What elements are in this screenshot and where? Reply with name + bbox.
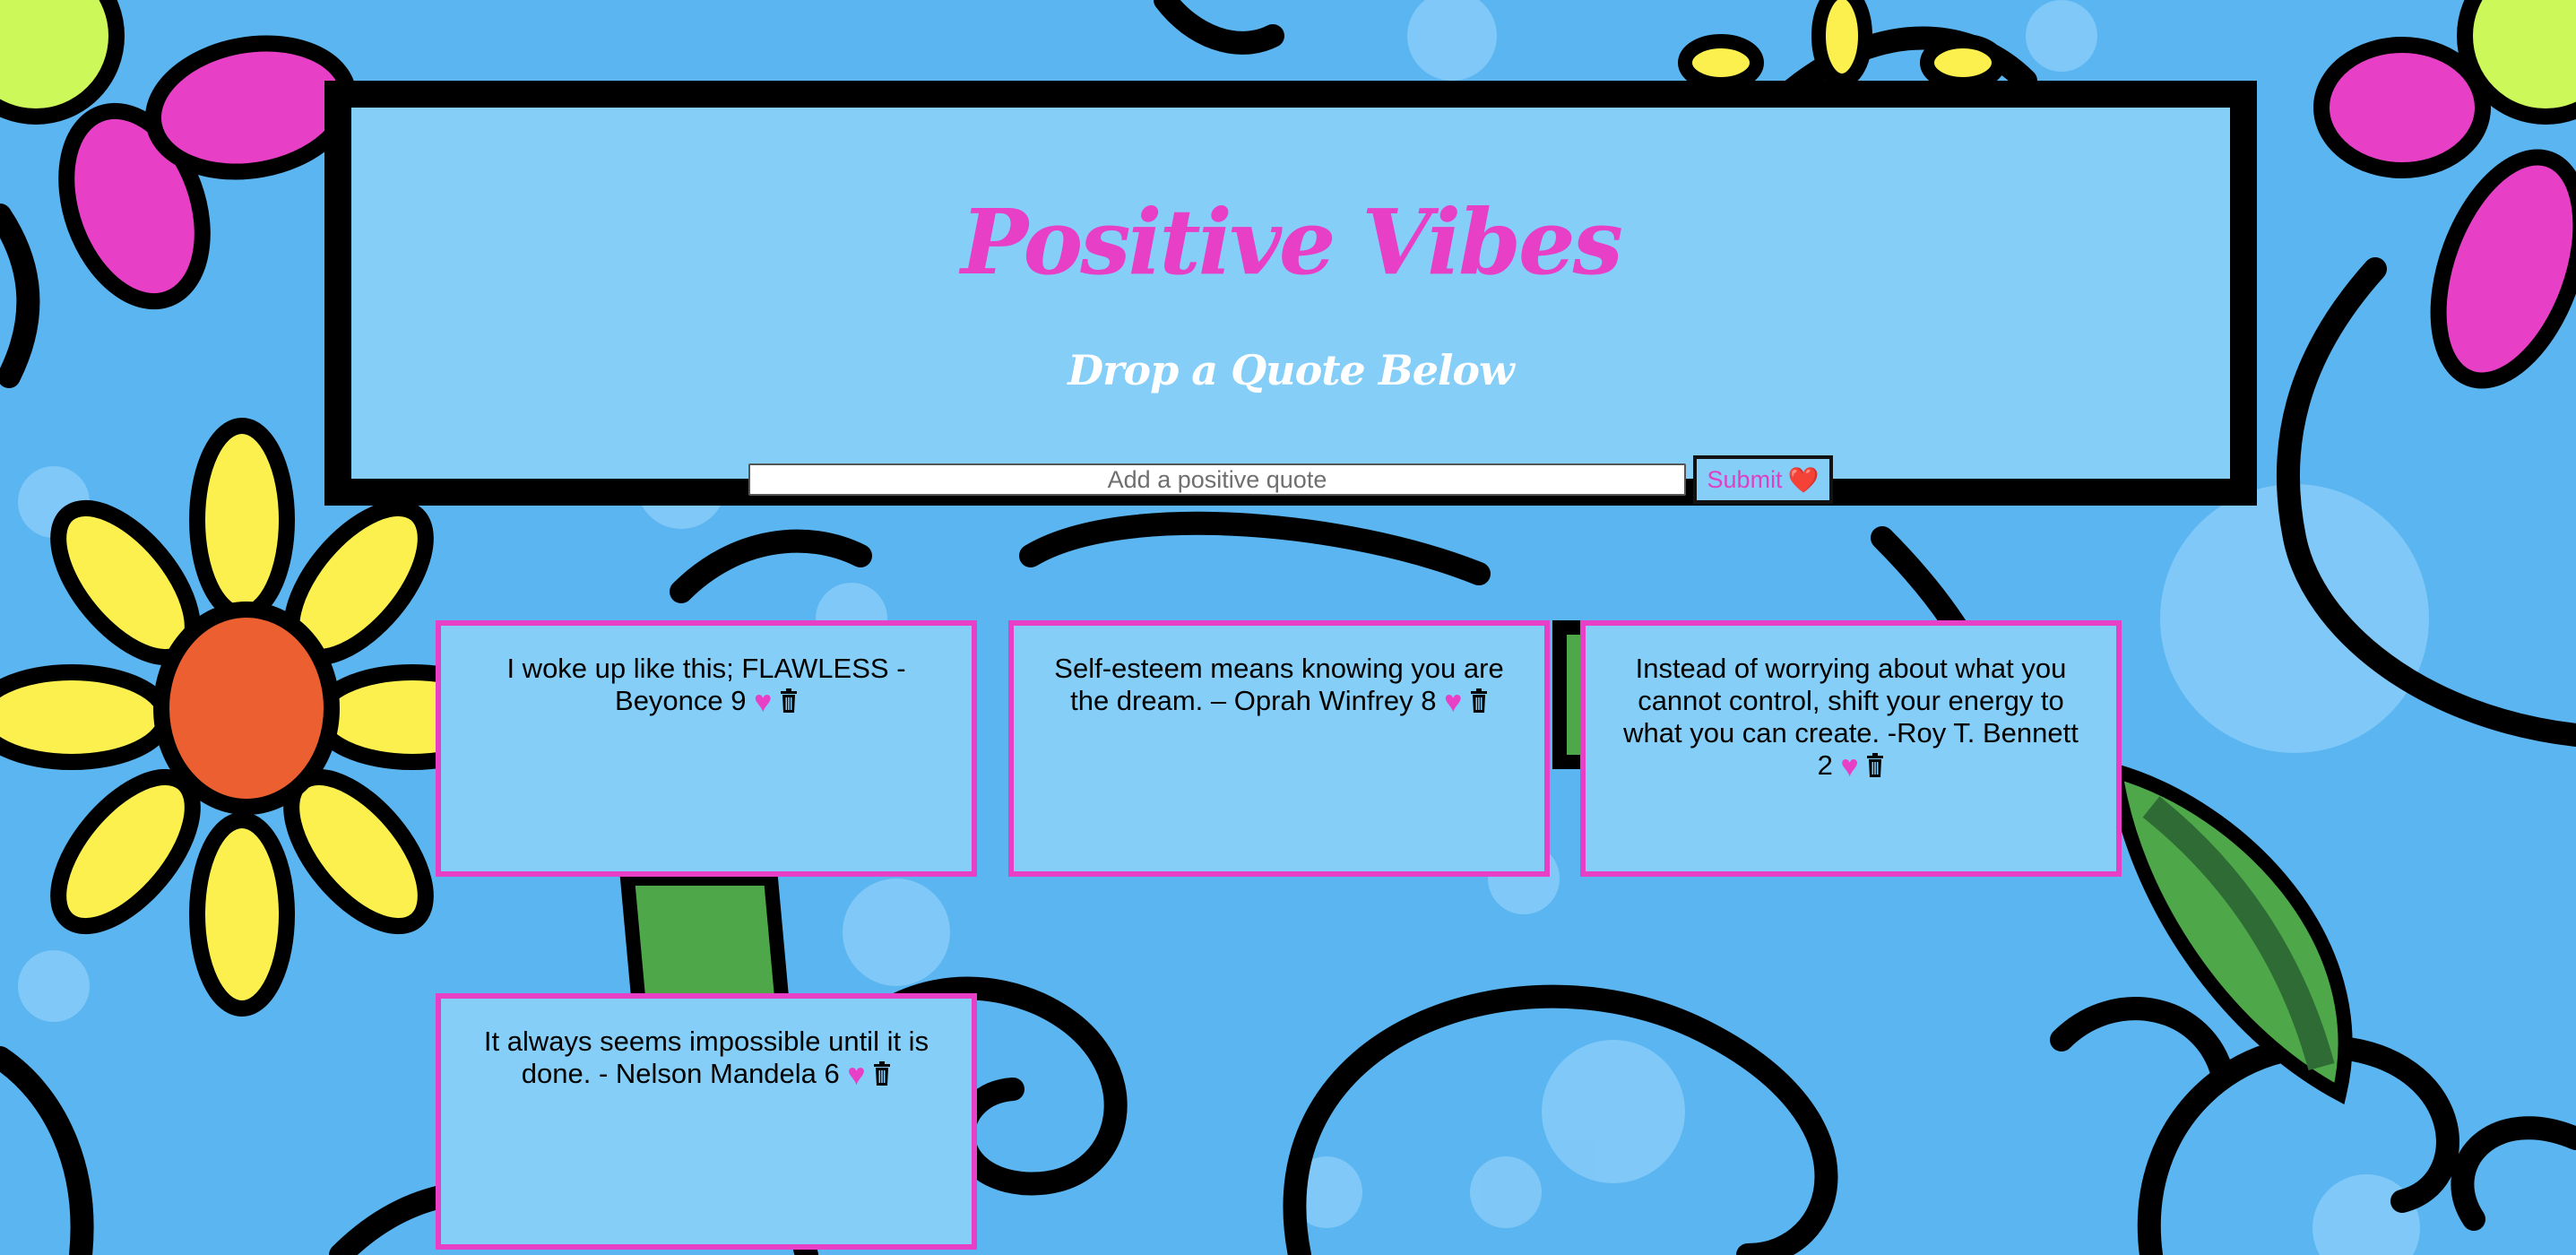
submit-label: Submit: [1707, 465, 1783, 493]
quote-text: I woke up like this; FLAWLESS - Beyonce: [506, 653, 906, 716]
quote-text: Self-esteem means knowing you are the dr…: [1054, 653, 1504, 716]
heart-icon[interactable]: ♥: [1841, 750, 1859, 783]
quote-card: Self-esteem means knowing you are the dr…: [1008, 620, 1550, 877]
quote-input[interactable]: [748, 463, 1686, 496]
quote-card: Instead of worrying about what you canno…: [1580, 620, 2122, 877]
heart-icon[interactable]: ♥: [1444, 686, 1462, 718]
like-count: 9: [730, 685, 747, 716]
page-title: Positive Vibes: [961, 189, 1623, 295]
heart-icon[interactable]: ♥: [754, 686, 772, 718]
like-count: 8: [1421, 685, 1437, 716]
trash-icon[interactable]: [1866, 753, 1884, 778]
heart-icon: ❤️: [1787, 465, 1820, 494]
quote-card: It always seems impossible until it is d…: [436, 993, 977, 1250]
quote-form: Submit ❤️: [351, 455, 2230, 504]
quote-card: I woke up like this; FLAWLESS - Beyonce …: [436, 620, 977, 877]
page-subtitle: Drop a Quote Below: [1068, 346, 1514, 394]
heart-icon[interactable]: ♥: [847, 1059, 865, 1091]
like-count: 2: [1817, 749, 1833, 781]
trash-icon[interactable]: [1470, 688, 1488, 714]
header-panel: Positive Vibes Drop a Quote Below Submit…: [324, 81, 2257, 506]
trash-icon[interactable]: [780, 688, 798, 714]
trash-icon[interactable]: [873, 1061, 891, 1086]
like-count: 6: [824, 1058, 840, 1089]
submit-button[interactable]: Submit ❤️: [1693, 455, 1833, 504]
quote-text: Instead of worrying about what you canno…: [1623, 653, 2079, 749]
